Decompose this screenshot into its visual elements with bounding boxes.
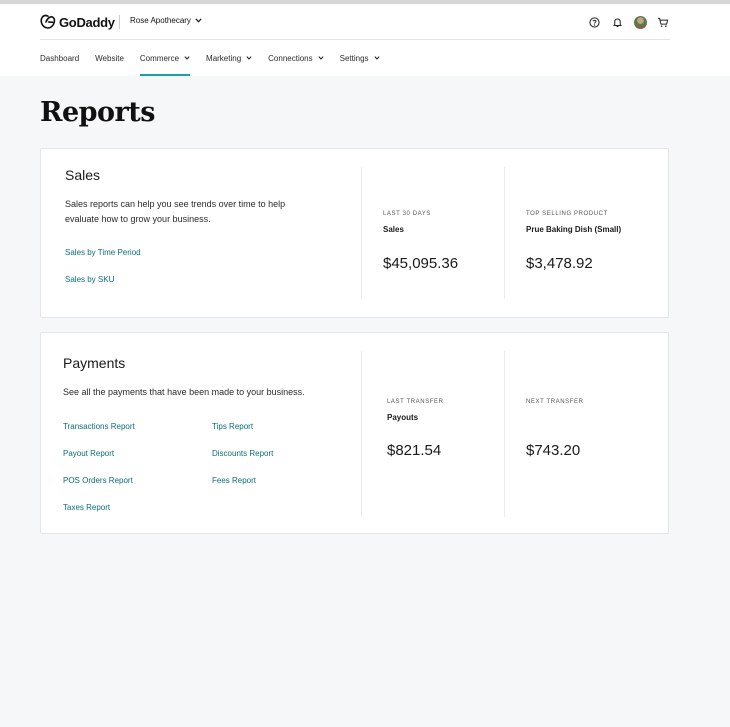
stat-label: LAST TRANSFER — [387, 399, 444, 405]
stat-label: LAST 30 DAYS — [383, 211, 431, 217]
sales-by-time-period-link[interactable]: Sales by Time Period — [65, 248, 141, 257]
nav-commerce[interactable]: Commerce — [139, 40, 191, 76]
avatar-image — [633, 15, 647, 29]
stat-value: $743.20 — [526, 442, 581, 459]
nav-marketing[interactable]: Marketing — [206, 40, 252, 76]
chevron-down-icon — [374, 56, 380, 60]
stat-sub: Prue Baking Dish (Small) — [526, 225, 622, 234]
stat-divider — [361, 351, 362, 517]
discounts-report-link[interactable]: Discounts Report — [212, 449, 273, 458]
godaddy-logo-icon — [40, 14, 56, 29]
stat-sub: Payouts — [387, 413, 419, 422]
top-bar: GoDaddy Rose Apothecary — [40, 4, 670, 40]
sales-title: Sales — [65, 167, 101, 183]
fees-report-link[interactable]: Fees Report — [212, 476, 256, 485]
nav-settings[interactable]: Settings — [340, 40, 380, 76]
stat-label: TOP SELLING PRODUCT — [526, 211, 608, 217]
stat-divider — [504, 167, 505, 299]
stat-sub: Sales — [383, 225, 404, 234]
sales-card: Sales Sales reports can help you see tre… — [40, 148, 669, 318]
page-title: Reports — [40, 97, 155, 128]
payments-card: Payments See all the payments that have … — [40, 332, 669, 534]
cart-icon[interactable] — [656, 15, 670, 29]
stat-value: $3,478.92 — [526, 255, 593, 272]
header-icons — [578, 15, 670, 29]
nav-website[interactable]: Website — [95, 40, 124, 76]
chevron-down-icon — [184, 56, 190, 60]
stat-label: NEXT TRANSFER — [526, 399, 584, 405]
stat-divider — [361, 167, 362, 299]
app-header: GoDaddy Rose Apothecary Dashboard Websit… — [0, 4, 730, 76]
help-icon[interactable] — [587, 15, 601, 29]
pos-orders-report-link[interactable]: POS Orders Report — [63, 476, 133, 485]
avatar[interactable] — [633, 15, 647, 29]
sales-description: Sales reports can help you see trends ov… — [65, 199, 286, 224]
chevron-down-icon — [195, 18, 202, 23]
payout-report-link[interactable]: Payout Report — [63, 449, 114, 458]
chevron-down-icon — [246, 56, 252, 60]
nav-dashboard[interactable]: Dashboard — [40, 40, 79, 76]
header-divider — [119, 15, 120, 29]
store-selector[interactable]: Rose Apothecary — [130, 16, 202, 25]
stat-value: $45,095.36 — [383, 255, 459, 272]
store-name: Rose Apothecary — [130, 16, 191, 25]
stat-value: $821.54 — [387, 442, 442, 459]
tips-report-link[interactable]: Tips Report — [212, 422, 253, 431]
logo-text: GoDaddy — [59, 14, 115, 30]
payments-description: See all the payments that have been made… — [63, 387, 305, 397]
chevron-down-icon — [318, 56, 324, 60]
nav-connections[interactable]: Connections — [268, 40, 324, 76]
taxes-report-link[interactable]: Taxes Report — [63, 503, 110, 512]
transactions-report-link[interactable]: Transactions Report — [63, 422, 135, 431]
payments-title: Payments — [63, 355, 126, 371]
sales-by-sku-link[interactable]: Sales by SKU — [65, 275, 114, 284]
godaddy-logo[interactable]: GoDaddy — [40, 14, 115, 30]
main-nav: Dashboard Website Commerce Marketing Con… — [40, 40, 396, 76]
stat-divider — [504, 351, 505, 517]
bell-icon[interactable] — [610, 15, 624, 29]
